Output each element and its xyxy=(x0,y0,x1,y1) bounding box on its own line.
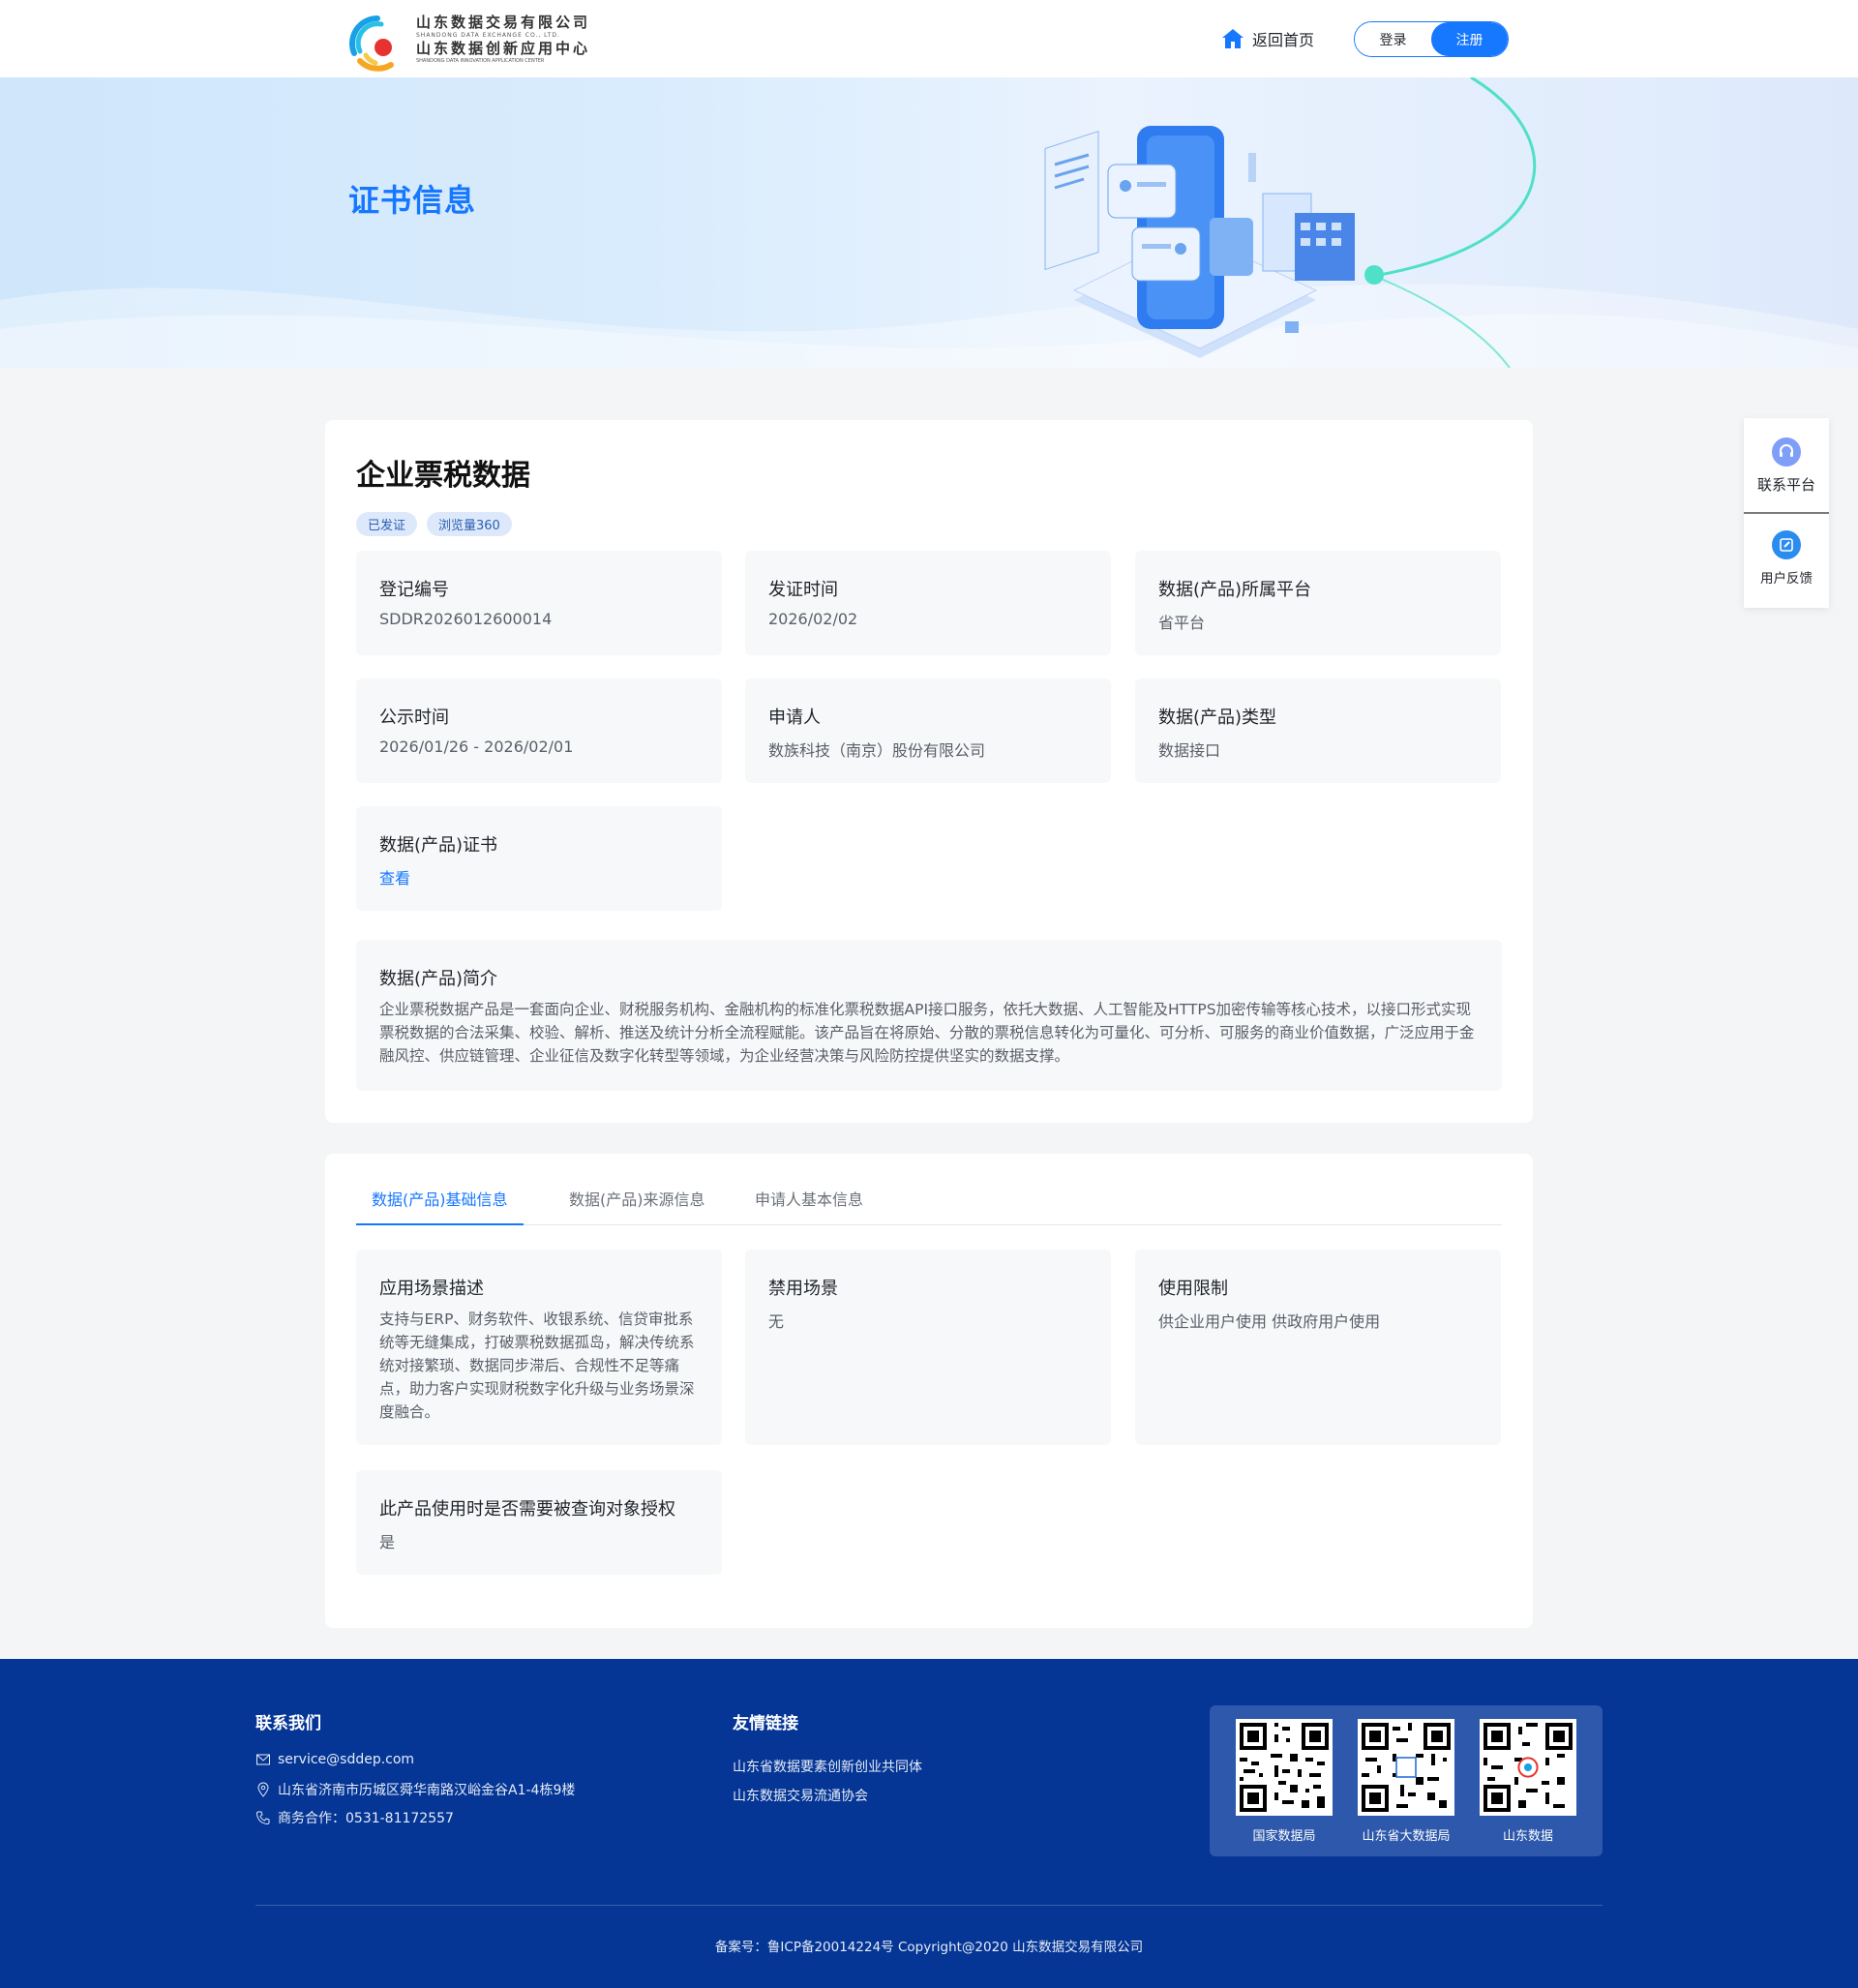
friendly-link[interactable]: 山东数据交易流通协会 xyxy=(733,1786,868,1805)
status-badge: 已发证 xyxy=(356,512,418,536)
info-label: 发证时间 xyxy=(768,580,838,600)
product-tags: 已发证 浏览量360 xyxy=(356,512,512,536)
headset-icon xyxy=(1772,437,1801,467)
info-value: 企业票税数据产品是一套面向企业、财税服务机构、金融机构的标准化票税数据API接口… xyxy=(379,1001,1475,1065)
info-applicant: 申请人 数族科技（南京）股份有限公司 xyxy=(745,678,1111,783)
mail-icon xyxy=(256,1754,270,1765)
user-feedback-button[interactable]: 用户反馈 xyxy=(1744,530,1829,587)
info-product-intro: 数据(产品)简介 企业票税数据产品是一套面向企业、财税服务机构、金融机构的标准化… xyxy=(356,940,1502,1091)
contact-platform-button[interactable]: 联系平台 xyxy=(1744,437,1829,495)
info-certificate: 数据(产品)证书 查看 xyxy=(356,806,722,911)
info-label: 数据(产品)类型 xyxy=(1158,708,1277,728)
footer-phone-text: 商务合作：0531-81172557 xyxy=(278,1811,454,1826)
footer-copyright: 备案号：鲁ICP备20014224号 Copyright@2020 山东数据交易… xyxy=(714,1940,1144,1955)
info-value: 数族科技（南京）股份有限公司 xyxy=(768,741,986,760)
info-value: 是 xyxy=(379,1533,396,1551)
user-feedback-label: 用户反馈 xyxy=(1760,571,1813,587)
page-footer: 联系我们 service@sddep.com 山东省济南市历城区舜华南路汉峪金谷… xyxy=(0,1659,1858,1988)
info-label: 数据(产品)证书 xyxy=(379,835,498,856)
info-registration-number: 登记编号 SDDR2026012600014 xyxy=(356,551,722,655)
info-label: 登记编号 xyxy=(379,580,449,600)
contact-us-title: 联系我们 xyxy=(255,1714,321,1733)
register-button[interactable]: 注册 xyxy=(1431,22,1508,56)
data-illustration-icon xyxy=(1044,126,1355,358)
qr-code-image xyxy=(1358,1719,1454,1816)
qr-code-image xyxy=(1236,1719,1333,1816)
home-icon xyxy=(1222,29,1244,48)
info-label: 禁用场景 xyxy=(768,1279,838,1299)
auth-buttons: 登录 注册 xyxy=(1354,21,1509,57)
detail-tabs-card: 数据(产品)基础信息 数据(产品)来源信息 申请人基本信息 应用场景描述 支持与… xyxy=(325,1154,1533,1628)
info-label: 数据(产品)所属平台 xyxy=(1158,580,1312,600)
info-label: 申请人 xyxy=(768,708,821,728)
qr-code-image xyxy=(1480,1719,1576,1816)
info-platform: 数据(产品)所属平台 省平台 xyxy=(1135,551,1501,655)
qr-label: 山东省大数据局 xyxy=(1362,1829,1451,1844)
qr-label: 国家数据局 xyxy=(1252,1829,1316,1844)
logo-mark-icon xyxy=(349,15,394,72)
friendly-links-title: 友情链接 xyxy=(733,1714,798,1733)
footer-email: service@sddep.com xyxy=(255,1752,414,1767)
friendly-link[interactable]: 山东省数据要素创新创业共同体 xyxy=(733,1757,922,1776)
view-count-badge: 浏览量360 xyxy=(427,512,512,536)
info-value: 2026/02/02 xyxy=(768,610,858,628)
info-value: 省平台 xyxy=(1158,614,1206,632)
info-issue-date: 发证时间 2026/02/02 xyxy=(745,551,1111,655)
tab-source-info[interactable]: 数据(产品)来源信息 xyxy=(554,1175,721,1225)
info-label: 此产品使用时是否需要被查询对象授权 xyxy=(379,1499,675,1520)
info-publicity-period: 公示时间 2026/01/26 - 2026/02/01 xyxy=(356,678,722,783)
logo-name-2: 山东数据创新应用中心 xyxy=(416,40,591,57)
footer-email-text: service@sddep.com xyxy=(278,1752,415,1767)
footer-divider xyxy=(255,1905,1603,1906)
info-value: SDDR2026012600014 xyxy=(379,610,553,628)
company-logo[interactable]: 山东数据交易有限公司 SHANDONG DATA EXCHANGE CO., L… xyxy=(346,13,598,73)
info-authorization-required: 此产品使用时是否需要被查询对象授权 是 xyxy=(356,1470,722,1575)
tab-bar: 数据(产品)基础信息 数据(产品)来源信息 申请人基本信息 xyxy=(356,1154,1502,1225)
qr-label: 山东数据 xyxy=(1502,1829,1553,1844)
info-label: 公示时间 xyxy=(379,708,449,728)
floating-side-panel: 联系平台 用户反馈 xyxy=(1744,418,1829,608)
phone-icon xyxy=(255,1811,270,1825)
product-detail-card: 企业票税数据 已发证 浏览量360 登记编号 SDDR2026012600014… xyxy=(325,420,1533,1123)
footer-phone: 商务合作：0531-81172557 xyxy=(255,1808,454,1827)
info-label: 应用场景描述 xyxy=(379,1279,484,1299)
home-link-label: 返回首页 xyxy=(1252,31,1315,49)
banner-wave-decoration xyxy=(0,77,1858,368)
home-link[interactable]: 返回首页 xyxy=(1221,25,1314,52)
info-value: 无 xyxy=(768,1312,785,1331)
logo-en-2: SHANDONG DATA INNOVATION APPLICATION CEN… xyxy=(416,58,545,64)
tab-basic-info[interactable]: 数据(产品)基础信息 xyxy=(356,1175,524,1225)
tab-applicant-info[interactable]: 申请人基本信息 xyxy=(739,1175,879,1225)
location-pin-icon xyxy=(257,1782,269,1797)
login-button[interactable]: 登录 xyxy=(1355,22,1431,56)
info-usage-scenario: 应用场景描述 支持与ERP、财务软件、收银系统、信贷审批系统等无缝集成，打破票税… xyxy=(356,1250,722,1445)
top-header: 山东数据交易有限公司 SHANDONG DATA EXCHANGE CO., L… xyxy=(0,0,1858,77)
contact-platform-label: 联系平台 xyxy=(1756,476,1815,494)
page-banner: 证书信息 xyxy=(0,77,1858,368)
page-title: 证书信息 xyxy=(348,182,477,219)
info-label: 使用限制 xyxy=(1158,1279,1228,1299)
info-value: 2026/01/26 - 2026/02/01 xyxy=(379,738,574,756)
info-forbidden-scenario: 禁用场景 无 xyxy=(745,1250,1111,1445)
info-value: 支持与ERP、财务软件、收银系统、信贷审批系统等无缝集成，打破票税数据孤岛，解决… xyxy=(379,1310,695,1421)
info-value: 数据接口 xyxy=(1158,741,1221,760)
qr-code-panel: 国家数据局 山东省大数据局 山东数据 xyxy=(1210,1705,1603,1856)
edit-icon xyxy=(1772,530,1801,559)
side-panel-divider xyxy=(1744,512,1829,514)
info-usage-limit: 使用限制 供企业用户使用 供政府用户使用 xyxy=(1135,1250,1501,1445)
logo-name-1: 山东数据交易有限公司 xyxy=(416,14,591,31)
view-certificate-link[interactable]: 查看 xyxy=(379,865,410,889)
footer-address: 山东省济南市历城区舜华南路汉峪金谷A1-4栋9楼 xyxy=(255,1780,575,1799)
info-label: 数据(产品)简介 xyxy=(379,969,498,989)
footer-address-text: 山东省济南市历城区舜华南路汉峪金谷A1-4栋9楼 xyxy=(278,1783,576,1798)
logo-en-1: SHANDONG DATA EXCHANGE CO., LTD. xyxy=(416,32,560,39)
product-name: 企业票税数据 xyxy=(356,459,530,493)
info-product-type: 数据(产品)类型 数据接口 xyxy=(1135,678,1501,783)
info-value: 供企业用户使用 供政府用户使用 xyxy=(1158,1312,1381,1331)
